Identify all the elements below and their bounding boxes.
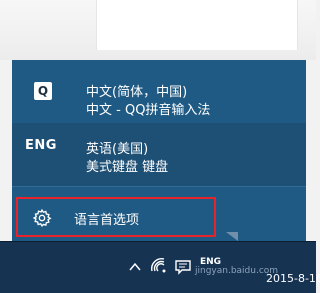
notification-icon[interactable] [174, 258, 192, 276]
input-method-name: 美式键盘 键盘 [86, 160, 169, 175]
divider [12, 186, 306, 187]
language-flyout: Q 中文(简体，中国) 中文 - QQ拼音输入法 ENG 英语(美国) 美式键盘… [12, 60, 306, 241]
language-name: 中文(简体，中国) [86, 85, 188, 100]
language-code: ENG [25, 138, 57, 153]
language-name: 英语(美国) [86, 142, 149, 157]
input-method-name: 中文 - QQ拼音输入法 [86, 103, 211, 118]
language-preferences-label: 语言首选项 [74, 213, 140, 228]
qq-pinyin-icon: Q [34, 82, 52, 100]
language-option-chinese[interactable]: Q 中文(简体，中国) 中文 - QQ拼音输入法 [12, 60, 306, 123]
taskbar-date[interactable]: 2015-8-16 [266, 272, 320, 285]
background-window [96, 0, 298, 50]
language-option-english[interactable]: ENG 英语(美国) 美式键盘 键盘 [12, 123, 306, 186]
gear-icon [32, 208, 52, 228]
chevron-up-icon[interactable] [128, 260, 142, 274]
wifi-icon[interactable] [150, 257, 168, 275]
flyout-corner-marker [226, 232, 238, 241]
taskbar: ENG jingyan.baidu.com 2015-8-16 [0, 241, 320, 293]
language-preferences-link[interactable]: 语言首选项 [16, 197, 216, 237]
